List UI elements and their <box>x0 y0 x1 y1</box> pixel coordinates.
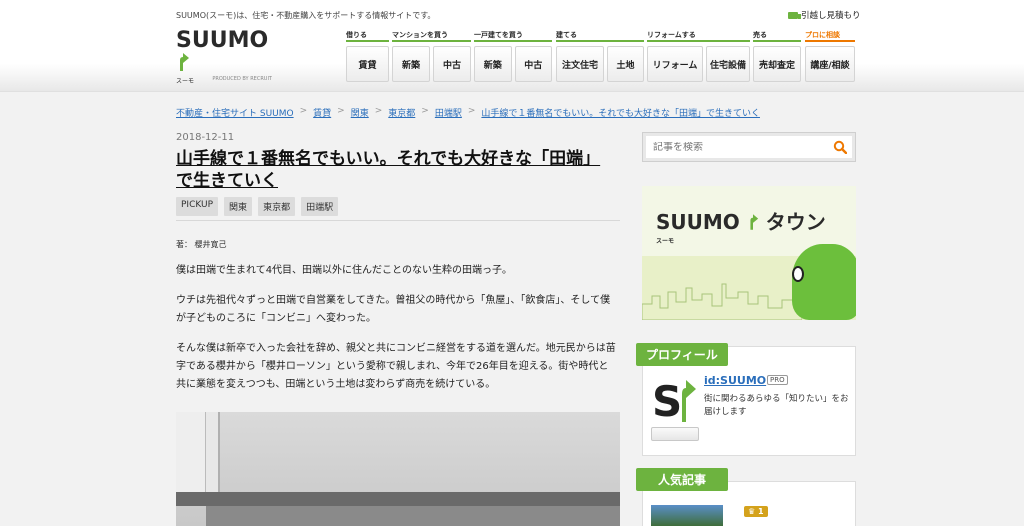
nav-button-house-new[interactable]: 新築 <box>474 46 512 82</box>
nav-group-label: リフォームする <box>647 30 750 42</box>
nav-group-consult: プロに相談 講座/相談 <box>805 30 855 82</box>
city-skyline <box>642 283 802 320</box>
article-search <box>642 132 856 162</box>
article-author: 著： 櫻井寛己 <box>176 240 227 249</box>
nav-group-rent: 借りる 賃貸 <box>346 30 389 82</box>
svg-text:S: S <box>652 377 682 424</box>
site-header: SUUMO(スーモ)は、住宅・不動産購入をサポートする情報サイトです。 引越し見… <box>0 0 1024 92</box>
truck-icon <box>788 11 801 19</box>
tag-tabata[interactable]: 田端駅 <box>301 197 339 216</box>
nav-button-consult[interactable]: 講座/相談 <box>805 46 855 82</box>
mascot-eye <box>792 266 804 282</box>
logo-arrow-icon <box>180 53 189 71</box>
popular-heading: 人気記事 <box>636 468 729 491</box>
profile-description: 街に関わるあらゆる「知りたい」をお届けします <box>704 394 849 417</box>
tag-pickup[interactable]: PICKUP <box>176 197 219 216</box>
breadcrumb: 不動産・住宅サイト SUUMO > 賃貸 > 関東 > 東京都 > 田端駅 > 山手線で１… <box>176 106 760 119</box>
logo-credit: PRODUCED BY RECRUIT <box>212 76 272 82</box>
logo-sub: スーモ <box>176 78 195 85</box>
nav-group-label: プロに相談 <box>805 30 855 42</box>
nav-button-equipment[interactable]: 住宅設備 <box>706 46 750 82</box>
divider <box>176 220 620 221</box>
breadcrumb-item-article[interactable]: 山手線で１番無名でもいい。それでも大好きな「田端」で生きていく <box>481 106 760 119</box>
nav-group-build: 建てる 注文住宅 土地 <box>556 30 644 82</box>
nav-button-rent[interactable]: 賃貸 <box>346 46 389 82</box>
profile-heading: プロフィール <box>636 343 728 366</box>
pro-badge: PRO <box>767 375 788 385</box>
nav-group-label: 借りる <box>346 30 389 42</box>
site-tagline: SUUMO(スーモ)は、住宅・不動産購入をサポートする情報サイトです。 <box>176 11 436 20</box>
crown-icon: ♛ <box>748 507 756 516</box>
article-paragraph: 僕は田端で生まれて4代目、田端以外に住んだことのない生粋の田端っ子。 <box>176 265 512 276</box>
nav-group-reform: リフォームする リフォーム 住宅設備 <box>647 30 750 82</box>
logo-text: SUUMO <box>176 28 269 53</box>
rank-number: 1 <box>757 507 764 516</box>
nav-button-house-used[interactable]: 中古 <box>514 46 552 82</box>
follow-button[interactable] <box>651 427 699 441</box>
article-tags: PICKUP 関東 東京都 田端駅 <box>176 197 339 216</box>
nav-button-mansion-new[interactable]: 新築 <box>392 46 430 82</box>
article-title[interactable]: 山手線で１番無名でもいい。それでも大好きな「田端」で生きていく <box>176 148 616 192</box>
nav-group-label: 建てる <box>556 30 644 42</box>
logo-arrow-icon <box>750 214 758 230</box>
article-paragraph: ウチは先祖代々ずっと田端で自営業をしてきた。曾祖父の時代から「魚屋」、「飲食店」… <box>176 295 611 324</box>
nav-button-sale-assessment[interactable]: 売却査定 <box>753 46 801 82</box>
search-input[interactable] <box>653 141 823 153</box>
nav-group-label: 一戸建てを買う <box>474 30 552 42</box>
profile-name[interactable]: id:SUUMO <box>704 374 766 387</box>
nav-group-mansion: マンションを買う 新築 中古 <box>392 30 471 82</box>
article-paragraph: そんな僕は新卒で入った会社を辞め、親父と共にコンビニ経営をする道を選んだ。地元民… <box>176 343 616 390</box>
breadcrumb-item-kanto[interactable]: 関東 <box>351 106 369 119</box>
moving-estimate-label: 引越し見積もり <box>801 11 861 21</box>
tag-tokyo[interactable]: 東京都 <box>258 197 296 216</box>
nav-group-sell: 売る 売却査定 <box>753 30 801 82</box>
popular-article-thumbnail[interactable] <box>651 505 723 526</box>
nav-button-reform[interactable]: リフォーム <box>647 46 703 82</box>
nav-group-label: 売る <box>753 30 801 42</box>
nav-button-custom-house[interactable]: 注文住宅 <box>556 46 604 82</box>
suumo-town-banner[interactable]: SUUMO タウン スーモ <box>642 186 856 320</box>
breadcrumb-item-tokyo[interactable]: 東京都 <box>388 106 415 119</box>
suumo-s-avatar[interactable]: S <box>652 374 698 424</box>
moving-estimate-link[interactable]: 引越し見積もり <box>788 9 861 21</box>
town-logo-text: SUUMO <box>656 210 740 234</box>
tag-kanto[interactable]: 関東 <box>224 197 253 216</box>
nav-button-mansion-used[interactable]: 中古 <box>433 46 471 82</box>
breadcrumb-item-home[interactable]: 不動産・住宅サイト SUUMO <box>176 106 294 119</box>
nav-group-label: マンションを買う <box>392 30 471 42</box>
nav-button-land[interactable]: 土地 <box>607 46 644 82</box>
mascot-character <box>792 244 856 320</box>
article-photo <box>176 412 620 526</box>
article-date: 2018-12-11 <box>176 132 235 143</box>
breadcrumb-item-rent[interactable]: 賃貸 <box>313 106 331 119</box>
suumo-logo[interactable]: SUUMO スーモ PRODUCED BY RECRUIT <box>176 28 276 86</box>
rank-badge: ♛ 1 <box>744 506 768 517</box>
breadcrumb-item-tabata[interactable]: 田端駅 <box>435 106 462 119</box>
town-logo-sub: スーモ <box>656 238 675 245</box>
nav-group-house: 一戸建てを買う 新築 中古 <box>474 30 552 82</box>
search-icon[interactable] <box>833 140 847 154</box>
town-label: タウン <box>765 210 826 234</box>
